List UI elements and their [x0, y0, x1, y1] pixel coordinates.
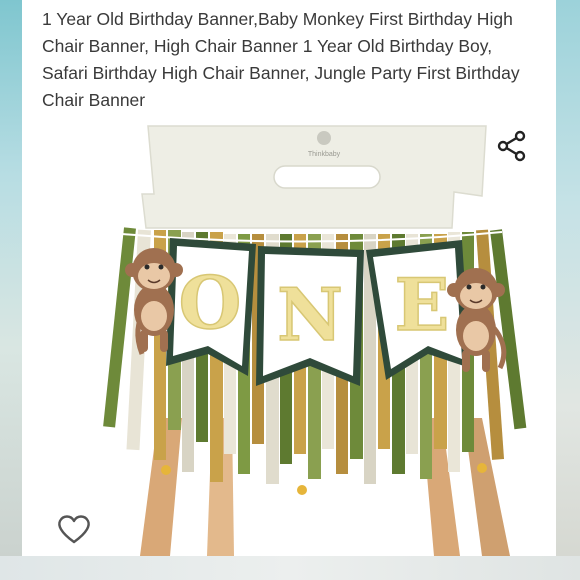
background-left-edge — [0, 0, 22, 580]
pennant-letter-o: O — [179, 260, 242, 345]
background-right-edge — [556, 0, 580, 580]
brand-logo-text: Thinkbaby — [308, 151, 341, 158]
chair-tray: Thinkbaby — [141, 125, 487, 229]
share-icon — [497, 130, 526, 162]
product-title: 1 Year Old Birthday Banner,Baby Monkey F… — [42, 9, 520, 110]
share-button[interactable] — [494, 128, 530, 164]
like-button[interactable] — [54, 510, 94, 548]
product-image[interactable]: Thinkbaby O N E — [62, 118, 532, 561]
pennant-letter-n: N — [277, 272, 343, 357]
pennant-letter-e: E — [395, 262, 450, 347]
heart-outline-icon — [58, 515, 90, 544]
bottom-background-strip — [0, 556, 580, 580]
pennant-n: N — [256, 246, 364, 386]
pennant-o: O — [166, 238, 256, 376]
product-card: 1 Year Old Birthday Banner,Baby Monkey F… — [22, 0, 556, 556]
